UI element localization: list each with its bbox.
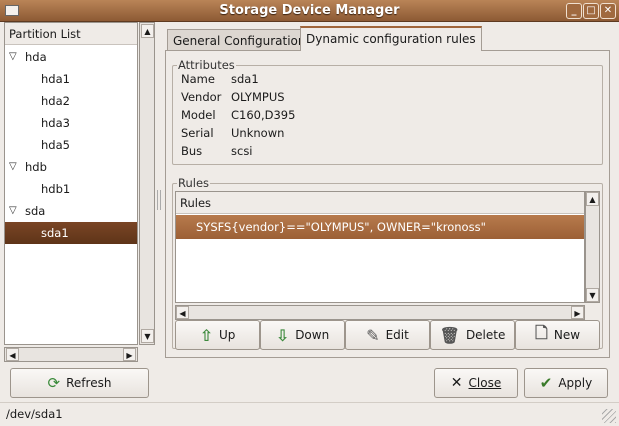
- tab-panel: Attributes Name sda1 Vendor OLYMPUS Model C16…: [165, 50, 610, 358]
- attribute-row: Vendor OLYMPUS: [181, 90, 481, 108]
- partition-list-header[interactable]: Partition List: [5, 23, 137, 45]
- scroll-down-arrow[interactable]: ▼: [141, 329, 154, 343]
- refresh-icon: ⟳: [47, 374, 61, 392]
- edit-icon: ✎: [366, 325, 380, 345]
- apply-button[interactable]: ✔ Apply: [524, 368, 608, 398]
- rules-table[interactable]: Rules SYSFS{vendor}=="OLYMPUS", OWNER="k…: [175, 191, 585, 303]
- attribute-key: Model: [181, 108, 216, 122]
- expander-icon[interactable]: ▽: [9, 46, 17, 68]
- scroll-left-arrow[interactable]: ◀: [176, 306, 189, 319]
- attributes-frame: Attributes Name sda1 Vendor OLYMPUS Model C16…: [172, 58, 603, 165]
- scroll-down-arrow[interactable]: ▼: [586, 288, 599, 302]
- tree-item-label: hdb1: [41, 182, 71, 196]
- attribute-row: Bus scsi: [181, 144, 481, 162]
- pane-splitter[interactable]: [157, 190, 161, 210]
- expander-icon[interactable]: ▽: [9, 200, 17, 222]
- tree-item-hdb1[interactable]: hdb1: [5, 178, 137, 200]
- tree-item-sda1[interactable]: sda1: [5, 222, 137, 244]
- rules-frame: Rules Rules SYSFS{vendor}=="OLYMPUS", OW…: [172, 176, 603, 350]
- attribute-row: Model C160,D395: [181, 108, 481, 126]
- down-rule-button[interactable]: ⇩ Down: [260, 320, 345, 350]
- status-bar: /dev/sda1: [0, 402, 619, 426]
- tree-item-hda3[interactable]: hda3: [5, 112, 137, 134]
- tree-item-label: sda1: [41, 226, 69, 240]
- tree-horizontal-scrollbar[interactable]: ◀ ▶: [4, 347, 138, 362]
- tree-item-label: hda2: [41, 94, 70, 108]
- rules-column-header[interactable]: Rules: [176, 192, 584, 214]
- attribute-key: Name: [181, 72, 215, 86]
- tree-item-label: hda3: [41, 116, 70, 130]
- trash-icon: 🗑: [439, 325, 460, 345]
- title-bar[interactable]: Storage Device Manager _ □ ✕: [0, 0, 619, 22]
- attribute-key: Serial: [181, 126, 214, 140]
- rules-horizontal-scrollbar[interactable]: ◀ ▶: [175, 305, 585, 320]
- attribute-row: Name sda1: [181, 72, 481, 90]
- attribute-key: Vendor: [181, 90, 222, 104]
- edit-rule-button[interactable]: ✎ Edit: [345, 320, 430, 350]
- scroll-left-arrow[interactable]: ◀: [6, 348, 19, 361]
- arrow-down-icon: ⇩: [275, 325, 290, 345]
- new-file-icon: 🗋: [534, 322, 548, 342]
- attribute-value: OLYMPUS: [231, 90, 285, 104]
- window-title: Storage Device Manager: [219, 3, 400, 18]
- new-rule-button[interactable]: 🗋 New: [515, 320, 600, 350]
- tree-item-label: hda5: [41, 138, 70, 152]
- tree-item-label: hda: [25, 50, 47, 64]
- tree-item-hda[interactable]: ▽ hda: [5, 46, 137, 68]
- tree-item-hda1[interactable]: hda1: [5, 68, 137, 90]
- attribute-row: Serial Unknown: [181, 126, 481, 144]
- tree-item-hda5[interactable]: hda5: [5, 134, 137, 156]
- tree-item-label: hdb: [25, 160, 47, 174]
- partition-tree[interactable]: Partition List ▽ hda hda1 hda2 hda3 hda5 ▽ hdb h…: [4, 22, 138, 345]
- attribute-value: C160,D395: [231, 108, 296, 122]
- tree-item-hdb[interactable]: ▽ hdb: [5, 156, 137, 178]
- scroll-up-arrow[interactable]: ▲: [141, 24, 154, 38]
- tree-vertical-scrollbar[interactable]: ▲ ▼: [139, 22, 155, 345]
- resize-grip[interactable]: [602, 409, 616, 423]
- tree-item-label: hda1: [41, 72, 70, 86]
- tree-item-sda[interactable]: ▽ sda: [5, 200, 137, 222]
- arrow-up-icon: ⇧: [199, 325, 213, 345]
- up-rule-button[interactable]: ⇧ Up: [175, 320, 260, 350]
- attribute-value: scsi: [231, 144, 253, 158]
- tree-item-hda2[interactable]: hda2: [5, 90, 137, 112]
- status-text: /dev/sda1: [6, 407, 63, 421]
- maximize-button[interactable]: □: [583, 3, 599, 19]
- scroll-right-arrow[interactable]: ▶: [123, 348, 136, 361]
- close-x-icon: ✕: [450, 375, 463, 391]
- checkmark-icon: ✔: [539, 374, 553, 392]
- attribute-value: Unknown: [231, 126, 285, 140]
- attribute-key: Bus: [181, 144, 203, 158]
- rules-vertical-scrollbar[interactable]: ▲ ▼: [585, 191, 600, 303]
- close-button[interactable]: ✕ Close: [434, 368, 518, 398]
- rule-row[interactable]: SYSFS{vendor}=="OLYMPUS", OWNER="kronoss…: [176, 215, 584, 239]
- minimize-button[interactable]: _: [566, 3, 582, 19]
- attribute-value: sda1: [231, 72, 259, 86]
- close-window-button[interactable]: ✕: [600, 3, 616, 19]
- tree-item-label: sda: [25, 204, 46, 218]
- scroll-up-arrow[interactable]: ▲: [586, 192, 599, 206]
- tab-dynamic-configuration-rules[interactable]: Dynamic configuration rules: [300, 26, 482, 51]
- tab-general-configuration[interactable]: General Configuration: [167, 29, 312, 52]
- expander-icon[interactable]: ▽: [9, 156, 17, 178]
- scroll-right-arrow[interactable]: ▶: [571, 306, 584, 319]
- delete-rule-button[interactable]: 🗑 Delete: [430, 320, 515, 350]
- refresh-button[interactable]: ⟳ Refresh: [10, 368, 149, 398]
